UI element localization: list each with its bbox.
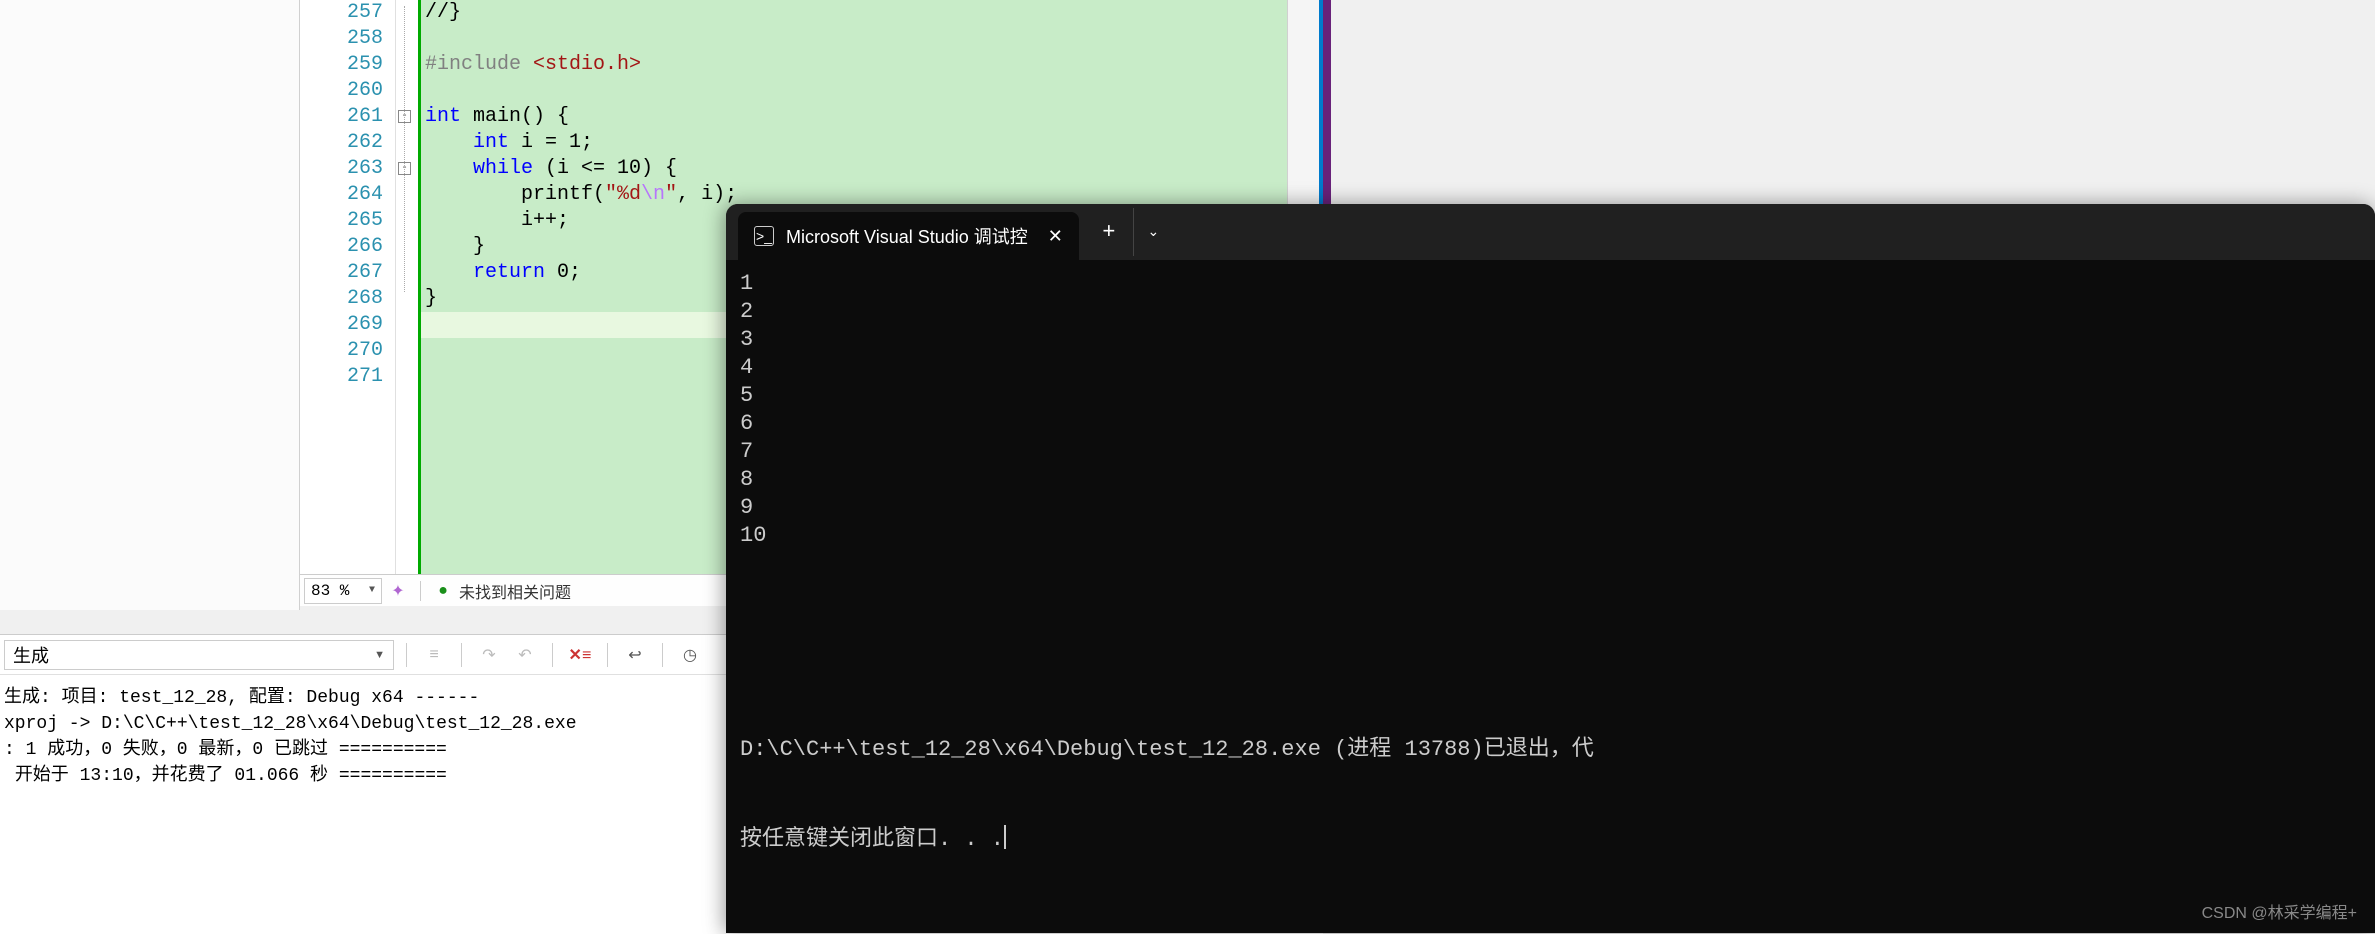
indent-left-icon: ≡ xyxy=(419,640,449,670)
line-number: 260 xyxy=(300,78,383,104)
line-number-gutter: 2572582592602612622632642652662672682692… xyxy=(300,0,396,574)
check-icon: ● xyxy=(429,577,457,605)
cursor xyxy=(1004,825,1006,849)
chevron-down-icon: ▼ xyxy=(369,585,375,596)
code-line[interactable]: //} xyxy=(425,0,1319,26)
line-number: 258 xyxy=(300,26,383,52)
tab-dropdown-icon[interactable]: ⌄ xyxy=(1133,208,1173,256)
press-key-prompt: 按任意键关闭此窗口. . . xyxy=(740,825,2361,855)
step-back-icon: ↶ xyxy=(510,640,540,670)
terminal-window: >_ Microsoft Visual Studio 调试控 ✕ + ⌄ 1 2… xyxy=(726,204,2375,933)
terminal-tab-title: Microsoft Visual Studio 调试控 xyxy=(786,223,1028,249)
new-tab-button[interactable]: + xyxy=(1085,208,1133,256)
code-line[interactable] xyxy=(425,26,1319,52)
code-line[interactable]: #include <stdio.h> xyxy=(425,52,1319,78)
terminal-output[interactable]: 1 2 3 4 5 6 7 8 9 10 xyxy=(726,260,2375,560)
line-number: 259 xyxy=(300,52,383,78)
code-line[interactable]: int i = 1; xyxy=(425,130,1319,156)
line-number: 263 xyxy=(300,156,383,182)
side-panel xyxy=(0,0,300,610)
watermark: CSDN @林采学编程+ xyxy=(2202,899,2357,923)
separator xyxy=(662,643,663,667)
clock-icon[interactable]: ◷ xyxy=(675,640,705,670)
separator xyxy=(607,643,608,667)
separator xyxy=(461,643,462,667)
separator xyxy=(406,643,407,667)
zoom-value: 83 % xyxy=(311,582,349,600)
output-filter-select[interactable]: 生成 ▼ xyxy=(4,640,394,670)
terminal-footer: D:\C\C++\test_12_28\x64\Debug\test_12_28… xyxy=(740,675,2361,915)
code-line[interactable]: while (i <= 10) { xyxy=(425,156,1319,182)
word-wrap-icon[interactable]: ↩ xyxy=(620,640,650,670)
separator xyxy=(420,581,421,601)
step-over-icon: ↷ xyxy=(474,640,504,670)
console-icon: >_ xyxy=(754,226,774,246)
line-number: 257 xyxy=(300,0,383,26)
close-icon[interactable]: ✕ xyxy=(1048,226,1063,247)
line-number: 270 xyxy=(300,338,383,364)
code-line[interactable] xyxy=(425,78,1319,104)
fold-column[interactable]: -- xyxy=(396,0,418,574)
line-number: 267 xyxy=(300,260,383,286)
code-line[interactable]: int main() { xyxy=(425,104,1319,130)
line-number: 261 xyxy=(300,104,383,130)
output-filter-value: 生成 xyxy=(13,642,49,668)
line-number: 265 xyxy=(300,208,383,234)
line-number: 268 xyxy=(300,286,383,312)
line-number: 269 xyxy=(300,312,383,338)
line-number: 264 xyxy=(300,182,383,208)
chevron-down-icon: ▼ xyxy=(374,649,385,661)
separator xyxy=(552,643,553,667)
exit-message: D:\C\C++\test_12_28\x64\Debug\test_12_28… xyxy=(740,735,2361,765)
zoom-select[interactable]: 83 % ▼ xyxy=(304,578,382,604)
line-number: 266 xyxy=(300,234,383,260)
line-number: 271 xyxy=(300,364,383,390)
terminal-titlebar[interactable]: >_ Microsoft Visual Studio 调试控 ✕ + ⌄ xyxy=(726,204,2375,260)
line-number: 262 xyxy=(300,130,383,156)
clear-output-icon[interactable]: ✕≡ xyxy=(565,640,595,670)
issues-status-text: 未找到相关问题 xyxy=(459,579,571,603)
lightbulb-icon[interactable]: ✦ xyxy=(384,577,412,605)
terminal-tab[interactable]: >_ Microsoft Visual Studio 调试控 ✕ xyxy=(738,212,1079,260)
